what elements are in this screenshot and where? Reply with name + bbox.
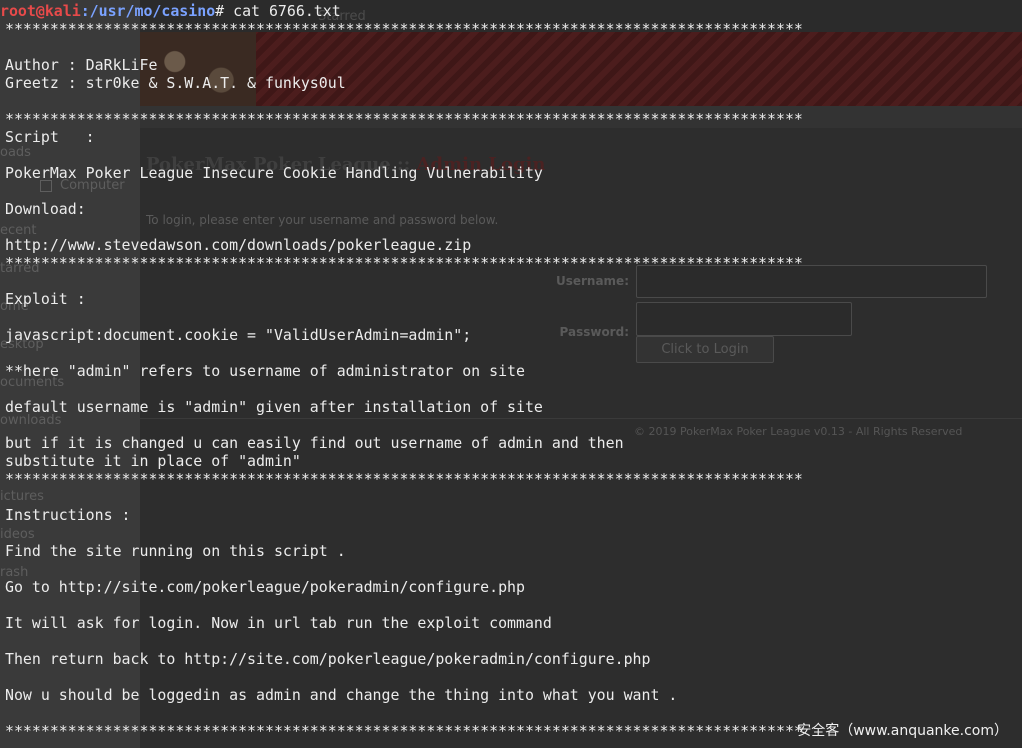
prompt-command: # cat 6766.txt bbox=[215, 2, 341, 20]
terminal-line: Now u should be loggedin as admin and ch… bbox=[5, 686, 678, 704]
terminal-line: javascript:document.cookie = "ValidUserA… bbox=[5, 326, 472, 344]
terminal-prompt: root@kali:/usr/mo/casino# cat 6766.txt bbox=[0, 2, 341, 20]
terminal-line: Go to http://site.com/pokerleague/pokera… bbox=[5, 578, 525, 596]
terminal-line: ****************************************… bbox=[5, 110, 803, 128]
terminal-line: ****************************************… bbox=[5, 470, 803, 488]
terminal-line: Then return back to http://site.com/poke… bbox=[5, 650, 651, 668]
terminal-line: Exploit : bbox=[5, 290, 86, 308]
terminal-line: ****************************************… bbox=[5, 722, 803, 740]
terminal-line: Find the site running on this script . bbox=[5, 542, 346, 560]
prompt-user: root@kali bbox=[0, 2, 81, 20]
terminal-line: It will ask for login. Now in url tab ru… bbox=[5, 614, 552, 632]
terminal-line: Instructions : bbox=[5, 506, 131, 524]
terminal-window[interactable]: root@kali:/usr/mo/casino# cat 6766.txt *… bbox=[0, 0, 1022, 748]
watermark: 安全客（www.anquanke.com） bbox=[797, 723, 1008, 739]
terminal-line: Script : bbox=[5, 128, 95, 146]
terminal-line: Greetz : str0ke & S.W.A.T. & funkys0ul bbox=[5, 74, 346, 92]
terminal-line: but if it is changed u can easily find o… bbox=[5, 434, 624, 452]
terminal-line: ****************************************… bbox=[5, 254, 803, 272]
terminal-line: Download: bbox=[5, 200, 86, 218]
terminal-line: ****************************************… bbox=[5, 20, 803, 38]
terminal-line: PokerMax Poker League Insecure Cookie Ha… bbox=[5, 164, 543, 182]
terminal-line: substitute it in place of "admin" bbox=[5, 452, 301, 470]
prompt-path: :/usr/mo/casino bbox=[80, 2, 216, 20]
terminal-line: Author : DaRkLiFe bbox=[5, 56, 158, 74]
terminal-line: http://www.stevedawson.com/downloads/pok… bbox=[5, 236, 472, 254]
terminal-line: **here "admin" refers to username of adm… bbox=[5, 362, 525, 380]
terminal-line: default username is "admin" given after … bbox=[5, 398, 543, 416]
